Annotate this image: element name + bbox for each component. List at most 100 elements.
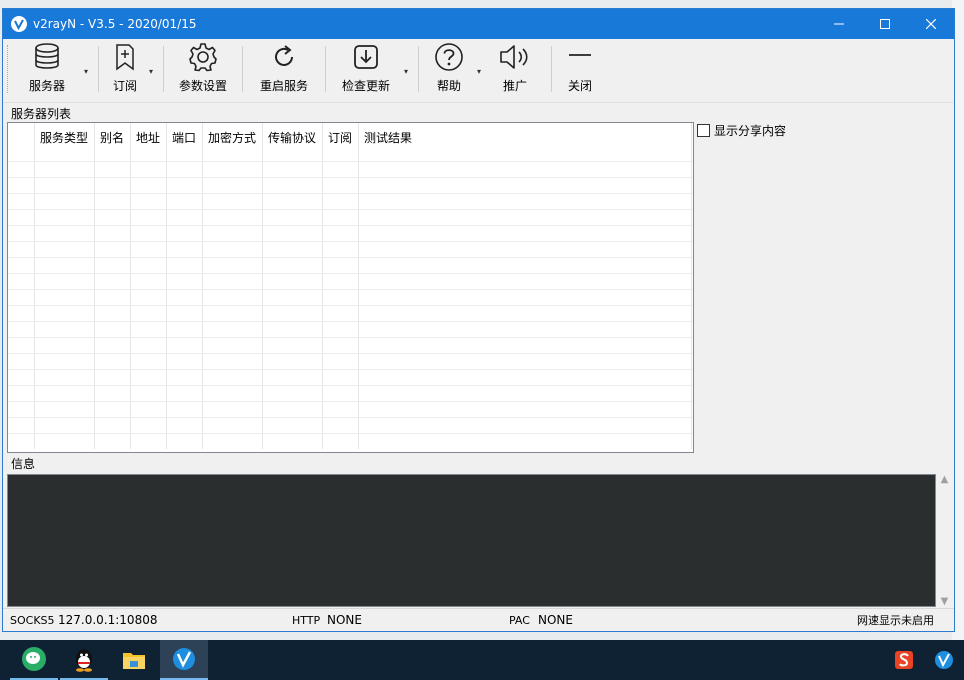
toolbar-grip[interactable] (7, 45, 10, 93)
table-cell (131, 418, 167, 433)
info-log-area[interactable] (7, 474, 936, 607)
subscription-dropdown-arrow[interactable]: ▾ (145, 39, 157, 99)
table-cell (95, 226, 131, 241)
info-scrollbar[interactable]: ▲ ▼ (936, 474, 953, 607)
table-cell (203, 162, 263, 177)
wechat-icon (22, 647, 46, 671)
checkbox-box[interactable] (697, 124, 710, 137)
column-header-alias[interactable]: 别名 (95, 123, 131, 161)
system-tray (884, 640, 964, 680)
settings-button[interactable]: 参数设置 (170, 39, 236, 99)
table-cell (8, 194, 35, 209)
help-dropdown-arrow[interactable]: ▾ (473, 39, 485, 99)
table-cell (263, 354, 323, 369)
table-cell (323, 418, 359, 433)
table-row (8, 353, 693, 369)
table-cell (359, 242, 692, 257)
servers-dropdown-arrow[interactable]: ▾ (80, 39, 92, 99)
minus-icon (568, 43, 592, 71)
check-update-button[interactable]: 检查更新 (332, 39, 400, 99)
promotion-button[interactable]: 推广 (485, 39, 545, 99)
settings-label: 参数设置 (178, 79, 227, 93)
tray-v2rayn[interactable] (924, 640, 964, 680)
table-cell (263, 274, 323, 289)
servers-button[interactable]: 服务器 (14, 39, 80, 99)
server-list-table[interactable]: 服务类型 别名 地址 端口 加密方式 传输协议 订阅 测试结果 (7, 122, 694, 453)
table-row (8, 417, 693, 433)
maximize-button[interactable] (862, 9, 908, 39)
table-row (8, 225, 693, 241)
close-app-label: 关闭 (567, 79, 592, 93)
column-header-port[interactable]: 端口 (167, 123, 203, 161)
column-header-address[interactable]: 地址 (131, 123, 167, 161)
table-cell (359, 322, 692, 337)
table-cell (323, 274, 359, 289)
minimize-button[interactable] (816, 9, 862, 39)
table-cell (131, 210, 167, 225)
taskbar-qq[interactable] (60, 640, 108, 680)
table-cell (323, 226, 359, 241)
column-header-select[interactable] (8, 123, 35, 161)
table-cell (8, 402, 35, 417)
close-button[interactable] (908, 9, 954, 39)
socks5-value: 127.0.0.1:10808 (58, 613, 158, 627)
show-share-checkbox[interactable]: 显示分享内容 (697, 122, 953, 139)
table-cell (359, 194, 692, 209)
database-icon (34, 43, 60, 71)
title-bar[interactable]: v2rayN - V3.5 - 2020/01/15 (3, 9, 954, 39)
table-row (8, 209, 693, 225)
table-cell (263, 194, 323, 209)
table-header: 服务类型 别名 地址 端口 加密方式 传输协议 订阅 测试结果 (8, 123, 692, 161)
column-header-encryption[interactable]: 加密方式 (203, 123, 263, 161)
restart-service-button[interactable]: 重启服务 (249, 39, 319, 99)
table-cell (35, 226, 95, 241)
speaker-icon (499, 43, 531, 71)
table-cell (359, 418, 692, 433)
table-row (8, 289, 693, 305)
table-cell (263, 418, 323, 433)
table-cell (203, 354, 263, 369)
table-cell (8, 178, 35, 193)
table-cell (131, 402, 167, 417)
table-cell (131, 178, 167, 193)
server-list-label: 服务器列表 (11, 107, 72, 121)
column-header-transport[interactable]: 传输协议 (263, 123, 323, 161)
column-header-test-result[interactable]: 测试结果 (359, 123, 692, 161)
taskbar-wechat[interactable] (10, 640, 58, 680)
taskbar-file-explorer[interactable] (110, 640, 158, 680)
table-cell (263, 338, 323, 353)
side-panel: 显示分享内容 (697, 122, 953, 453)
table-cell (263, 322, 323, 337)
taskbar-v2rayn[interactable] (160, 640, 208, 680)
table-cell (203, 386, 263, 401)
column-header-subscription[interactable]: 订阅 (323, 123, 359, 161)
table-cell (167, 242, 203, 257)
table-cell (8, 226, 35, 241)
table-row (8, 193, 693, 209)
table-cell (35, 290, 95, 305)
socks5-label: SOCKS5 (10, 613, 55, 627)
close-app-button[interactable]: 关闭 (558, 39, 602, 99)
column-header-type[interactable]: 服务类型 (35, 123, 95, 161)
tray-sogou[interactable] (884, 640, 924, 680)
table-cell (323, 306, 359, 321)
table-cell (95, 418, 131, 433)
subscription-button[interactable]: 订阅 (105, 39, 145, 99)
table-cell (35, 210, 95, 225)
table-cell (167, 306, 203, 321)
table-cell (131, 290, 167, 305)
table-cell (359, 274, 692, 289)
toolbar-separator (242, 46, 243, 92)
table-cell (359, 306, 692, 321)
help-button[interactable]: 帮助 (425, 39, 473, 99)
table-cell (35, 402, 95, 417)
table-cell (95, 162, 131, 177)
toolbar-separator (551, 46, 552, 92)
check-update-dropdown-arrow[interactable]: ▾ (400, 39, 412, 99)
table-cell (203, 226, 263, 241)
status-bar: SOCKS5 127.0.0.1:10808 HTTP NONE PAC NON… (3, 608, 954, 631)
table-cell (323, 386, 359, 401)
scroll-down-arrow[interactable]: ▼ (941, 596, 949, 607)
toolbar-separator (325, 46, 326, 92)
scroll-up-arrow[interactable]: ▲ (941, 474, 949, 485)
